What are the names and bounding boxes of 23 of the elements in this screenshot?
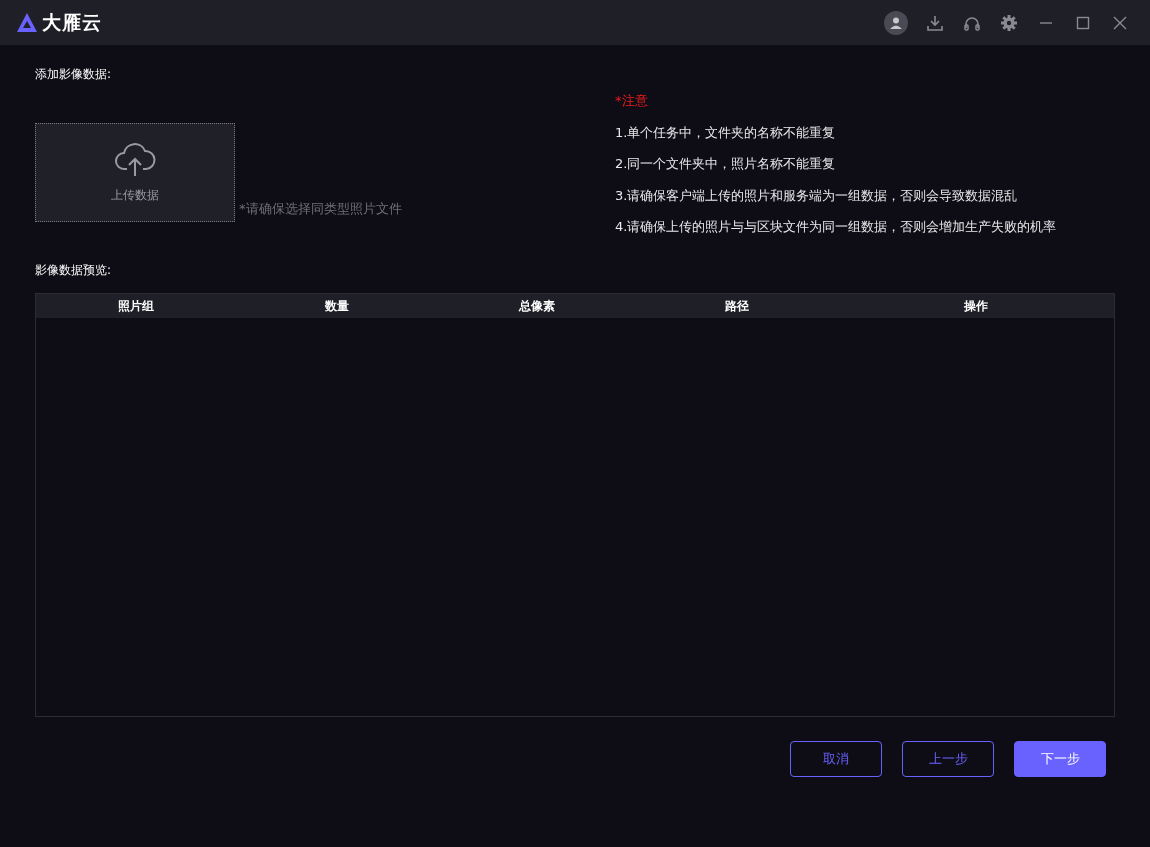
- column-header: 路径: [723, 297, 750, 315]
- app-title: 大雁云: [42, 10, 102, 36]
- logo-icon: [16, 11, 38, 34]
- settings-icon[interactable]: [999, 12, 1019, 33]
- hint-text: *请确保选择同类型照片文件: [239, 199, 402, 218]
- column-header: 总像素: [517, 297, 556, 315]
- section-label: 影像数据预览:: [35, 261, 113, 279]
- column-header: 数量: [323, 297, 350, 315]
- upload-area[interactable]: 上传数据: [35, 123, 235, 222]
- column-header: 照片组: [117, 297, 155, 315]
- notice-text: 2.同一个文件夹中，照片名称不能重复: [615, 155, 837, 173]
- notice-text: 1.单个任务中，文件夹的名称不能重复: [615, 123, 837, 142]
- section-label: 添加影像数据:: [35, 66, 113, 83]
- action-button[interactable]: 上一步: [902, 740, 994, 777]
- account-avatar[interactable]: [884, 10, 908, 35]
- action-button[interactable]: 取消: [790, 740, 882, 777]
- notice-text: 3.请确保客户端上传的照片和服务端为一组数据，否则会导致数据混乱: [615, 186, 1019, 205]
- cloud-upload-icon: [114, 141, 156, 178]
- notice-text: 4.请确保上传的照片与与区块文件为同一组数据，否则会增加生产失败的机率: [615, 218, 1057, 236]
- action-button[interactable]: 下一步: [1014, 740, 1106, 777]
- notice-title: *注意: [615, 92, 649, 110]
- column-header: 操作: [962, 297, 989, 315]
- upload-label: 上传数据: [111, 186, 159, 204]
